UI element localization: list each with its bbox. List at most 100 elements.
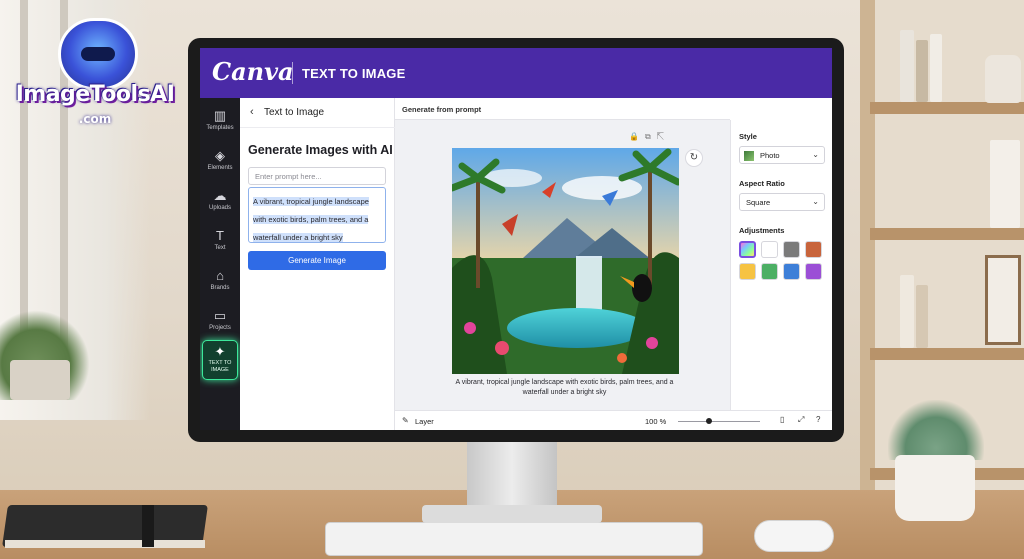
sidebar-item-label: IMAGE xyxy=(211,367,229,373)
sidebar-item-elements[interactable]: ◈ Elements xyxy=(200,144,240,180)
flower xyxy=(464,322,476,334)
aspect-ratio-dropdown[interactable]: Square ⌄ xyxy=(739,193,825,211)
flower xyxy=(646,337,658,349)
help-icon[interactable]: ? xyxy=(816,415,820,424)
succulent-pot xyxy=(895,455,975,521)
succulent-plant xyxy=(888,400,984,460)
book xyxy=(900,30,914,102)
projects-icon: ▭ xyxy=(213,308,227,323)
book xyxy=(990,140,1020,228)
brands-icon: ⌂ xyxy=(216,268,224,283)
layer-button[interactable]: Layer xyxy=(415,417,434,426)
cloud xyxy=(562,176,642,200)
panel-header: ‹ Text to Image xyxy=(240,98,395,128)
templates-icon: ▥ xyxy=(213,108,227,123)
mouse xyxy=(754,520,834,552)
notebook-band xyxy=(142,505,154,547)
generate-image-button[interactable]: Generate Image xyxy=(248,251,386,270)
canvas-area: Generate from prompt 🔒⧉⇱ ↻ A vibrant, tr… xyxy=(395,98,730,410)
sidebar-item-projects[interactable]: ▭ Projects xyxy=(200,304,240,340)
sidebar-item-text[interactable]: T Text xyxy=(200,224,240,260)
lagoon xyxy=(507,308,647,348)
sidebar-item-uploads[interactable]: ☁ Uploads xyxy=(200,184,240,220)
zoom-slider-thumb[interactable] xyxy=(706,418,713,424)
chevron-down-icon: ⌄ xyxy=(812,150,819,159)
chevron-left-icon[interactable]: ‹ xyxy=(250,106,254,118)
canvas-toolbar-icons[interactable]: 🔒⧉⇱ xyxy=(629,132,670,142)
text-icon: T xyxy=(216,228,224,243)
app-header: Canva TEXT TO IMAGE xyxy=(200,48,832,98)
adjustment-swatch[interactable] xyxy=(761,263,778,280)
panel-heading: Generate Images with AI xyxy=(248,143,393,157)
waterfall xyxy=(576,256,602,316)
picture-frame xyxy=(985,255,1021,345)
image-caption: A vibrant, tropical jungle landscape wit… xyxy=(455,379,674,396)
adjustments-label: Adjustments xyxy=(739,226,785,235)
breadcrumb: Text to Image xyxy=(264,107,325,118)
notebook-pages xyxy=(5,540,205,548)
expand-icon[interactable]: ⤢ xyxy=(798,415,804,425)
sidebar-item-brands[interactable]: ⌂ Brands xyxy=(200,264,240,300)
adjustment-swatch[interactable] xyxy=(783,263,800,280)
shelf-board xyxy=(870,228,1024,240)
pages-icon[interactable]: ▯ xyxy=(780,415,784,424)
style-label: Style xyxy=(739,132,757,141)
palm-trunk xyxy=(476,178,480,288)
sidebar-item-label: Uploads xyxy=(208,205,231,211)
sidebar-item-label: Brands xyxy=(210,285,230,291)
page-title: TEXT TO IMAGE xyxy=(302,66,406,81)
adjustment-swatch[interactable] xyxy=(739,241,756,258)
canvas-header-title: Generate from prompt xyxy=(402,105,482,114)
prompt-input[interactable]: Enter prompt here... xyxy=(248,167,386,185)
zoom-level: 100 % xyxy=(645,417,667,426)
sidebar-rail: ▥ Templates ◈ Elements ☁ Uploads T Text … xyxy=(200,98,240,430)
header-divider xyxy=(292,62,293,84)
logo-domain: .com xyxy=(78,112,112,126)
sidebar-item-label: Templates xyxy=(206,125,234,131)
adjustment-swatch[interactable] xyxy=(783,241,800,258)
app-window: Canva TEXT TO IMAGE ▥ Templates ◈ Elemen… xyxy=(200,48,832,430)
toucan xyxy=(632,274,652,302)
canvas-header: Generate from prompt xyxy=(395,98,730,120)
status-bar: ✎ Layer 100 % ▯ ⤢ ? xyxy=(395,410,832,430)
palm-trunk xyxy=(648,168,652,288)
sidebar-item-label: TEXT TO xyxy=(208,360,232,366)
brand-logo[interactable]: Canva xyxy=(212,57,294,86)
zoom-slider[interactable] xyxy=(678,421,760,422)
background-plant-pot xyxy=(10,360,70,400)
flower xyxy=(495,341,509,355)
prompt-text: A vibrant, tropical jungle landscape wit… xyxy=(253,197,369,242)
style-dropdown[interactable]: Photo ⌄ xyxy=(739,146,825,164)
aspect-ratio-label: Aspect Ratio xyxy=(739,179,785,188)
shelf-board xyxy=(870,102,1024,114)
generated-image[interactable] xyxy=(452,148,679,374)
adjustment-swatch[interactable] xyxy=(805,241,822,258)
refresh-icon[interactable]: ↻ xyxy=(685,149,703,167)
book xyxy=(900,275,914,348)
style-thumbnail xyxy=(744,151,754,161)
aspect-ratio-value: Square xyxy=(746,198,771,207)
shelf-vase xyxy=(985,55,1021,103)
adjustment-swatch[interactable] xyxy=(761,241,778,258)
sidebar-item-templates[interactable]: ▥ Templates xyxy=(200,104,240,140)
shelf-board xyxy=(870,348,1024,360)
flower xyxy=(617,353,627,363)
adjustment-swatch[interactable] xyxy=(805,263,822,280)
site-logo: ImageToolsAI .com xyxy=(14,18,176,142)
sidebar-item-label: Projects xyxy=(209,325,231,331)
uploads-icon: ☁ xyxy=(213,188,227,203)
chevron-down-icon: ⌄ xyxy=(812,197,819,206)
sidebar-item-text-to-image[interactable]: ✦ TEXT TO IMAGE xyxy=(202,340,238,380)
book xyxy=(916,40,928,102)
monitor-stand xyxy=(467,440,557,515)
adjustment-swatch[interactable] xyxy=(739,263,756,280)
prompt-textarea[interactable]: A vibrant, tropical jungle landscape wit… xyxy=(248,187,386,243)
properties-panel: Style Photo ⌄ Aspect Ratio Square ⌄ Adju… xyxy=(730,120,832,410)
layer-icon[interactable]: ✎ xyxy=(402,416,409,425)
robot-mascot-icon xyxy=(58,18,138,90)
monitor-stand-base xyxy=(422,505,602,523)
logo-text: ImageToolsAI xyxy=(15,82,175,107)
book xyxy=(930,34,942,102)
text-to-image-icon: ✦ xyxy=(214,344,226,359)
sidebar-item-label: Text xyxy=(214,245,226,251)
